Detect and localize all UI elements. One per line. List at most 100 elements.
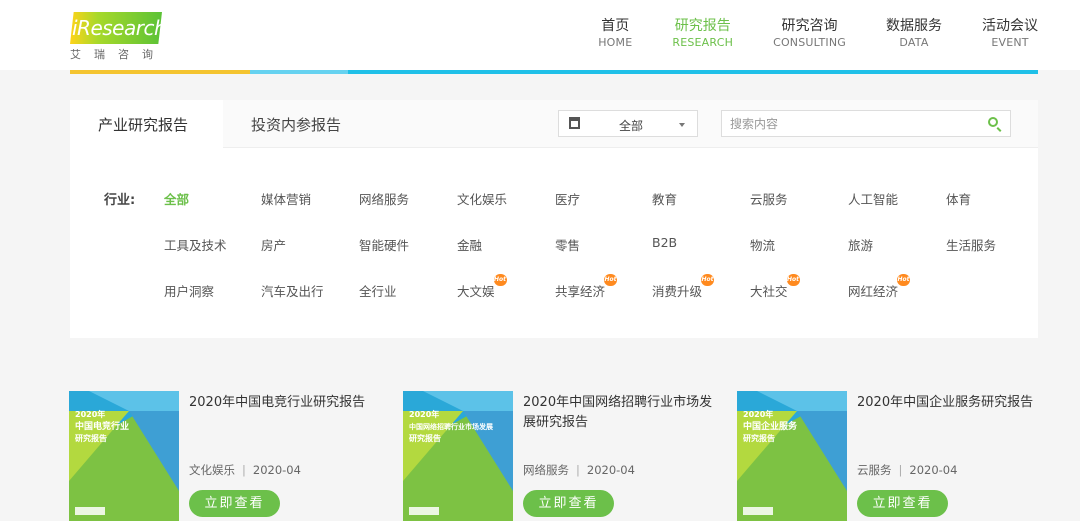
report-date: 2020-04 <box>252 463 301 477</box>
nav-consulting-en: CONSULTING <box>773 36 846 49</box>
industry-item[interactable]: 工具及技术 <box>164 235 227 254</box>
report-title[interactable]: 2020年中国企业服务研究报告 <box>857 393 1057 413</box>
cover-year: 2020年 <box>409 410 440 419</box>
cover-title: 中国网络招聘行业市场发展 <box>409 423 493 431</box>
industry-item[interactable]: 物流 <box>750 235 775 254</box>
nav-event-cn: 活动会议 <box>982 18 1038 34</box>
cover-subtitle: 研究报告 <box>743 434 775 443</box>
industry-item[interactable]: 教育 <box>652 189 677 208</box>
meta-separator: | <box>242 463 246 477</box>
industry-item[interactable]: B2B <box>652 235 677 250</box>
cover-text: 2020年 中国电竞行业 研究报告 <box>75 409 129 445</box>
report-date: 2020-04 <box>909 463 958 477</box>
industry-item[interactable]: 媒体营销 <box>261 189 311 208</box>
report-category: 云服务 <box>857 463 892 477</box>
report-meta: 网络服务 | 2020-04 <box>523 462 635 478</box>
industry-item-label: 网红经济 <box>848 284 899 299</box>
industry-item[interactable]: 体育 <box>946 189 971 208</box>
hot-badge: Hot <box>493 274 507 286</box>
industry-item-label: 共享经济 <box>555 284 606 299</box>
industry-item[interactable]: 文化娱乐 <box>457 189 507 208</box>
nav-research-cn: 研究报告 <box>674 18 731 34</box>
nav-data-en: DATA <box>899 36 929 49</box>
industry-label: 行业: <box>104 193 136 208</box>
cover-title: 中国电竞行业 <box>75 422 130 432</box>
nav-consulting[interactable]: 研究咨询 CONSULTING <box>773 17 846 51</box>
report-title[interactable]: 2020年中国网络招聘行业市场发展研究报告 <box>523 393 723 433</box>
nav-event[interactable]: 活动会议 EVENT <box>982 17 1038 51</box>
report-meta: 文化娱乐 | 2020-04 <box>189 462 301 478</box>
industry-item[interactable]: 汽车及出行 <box>261 281 324 300</box>
search-input[interactable] <box>722 111 962 136</box>
report-cover[interactable]: 2020年 中国电竞行业 研究报告 <box>69 391 179 521</box>
industry-item[interactable]: 云服务 <box>750 189 788 208</box>
industry-item[interactable]: 房产 <box>261 235 286 254</box>
hot-badge: Hot <box>897 274 911 286</box>
tab-investment-reports[interactable]: 投资内参报告 <box>223 100 369 149</box>
industry-item[interactable]: 智能硬件 <box>359 235 409 254</box>
report-card: 2020年 中国电竞行业 研究报告 2020年中国电竞行业研究报告 文化娱乐 | 2… <box>69 387 389 521</box>
cover-logo <box>743 507 773 515</box>
cover-logo <box>409 507 439 515</box>
logo-cn-text: 艾瑞咨询 <box>70 48 166 61</box>
industry-item-hot[interactable]: 大社交 Hot <box>750 274 800 300</box>
site-header: iResearch 艾瑞咨询 首页 HOME 研究报告 RESEARCH 研究咨… <box>0 0 1080 70</box>
report-card: 2020年 中国网络招聘行业市场发展 研究报告 2020年中国网络招聘行业市场发… <box>403 387 723 521</box>
nav-research[interactable]: 研究报告 RESEARCH <box>672 17 733 51</box>
industry-item-hot[interactable]: 消费升级 Hot <box>652 274 715 300</box>
nav-data[interactable]: 数据服务 DATA <box>886 17 942 51</box>
industry-item[interactable]: 网络服务 <box>359 189 409 208</box>
report-category: 文化娱乐 <box>189 463 235 477</box>
industry-item[interactable]: 医疗 <box>555 189 580 208</box>
industry-item-hot[interactable]: 网红经济 Hot <box>848 274 911 300</box>
cover-title: 中国企业服务 <box>743 422 798 432</box>
industry-item-hot[interactable]: 大文娱 Hot <box>457 274 507 300</box>
nav-home-cn: 首页 <box>601 18 630 34</box>
year-select[interactable]: 全部 <box>558 110 698 137</box>
report-cover[interactable]: 2020年 中国网络招聘行业市场发展 研究报告 <box>403 391 513 521</box>
industry-item[interactable]: 生活服务 <box>946 235 996 254</box>
industry-item-label: 大文娱 <box>457 284 495 299</box>
iresearch-logo[interactable]: iResearch 艾瑞咨询 <box>70 12 180 62</box>
report-category: 网络服务 <box>523 463 569 477</box>
view-report-button[interactable]: 立即查看 <box>523 490 614 517</box>
report-cover[interactable]: 2020年 中国企业服务 研究报告 <box>737 391 847 521</box>
nav-event-en: EVENT <box>991 36 1029 49</box>
main-nav: 首页 HOME 研究报告 RESEARCH 研究咨询 CONSULTING 数据… <box>558 17 1038 51</box>
report-tabs: 产业研究报告 投资内参报告 全部 <box>70 100 1038 149</box>
industry-item[interactable]: 人工智能 <box>848 189 898 208</box>
industry-item-hot[interactable]: 共享经济 Hot <box>555 274 618 300</box>
industry-item[interactable]: 零售 <box>555 235 580 254</box>
report-card: 2020年 中国企业服务 研究报告 2020年中国企业服务研究报告 云服务 | 20… <box>737 387 1057 521</box>
industry-item[interactable]: 金融 <box>457 235 482 254</box>
industry-item[interactable]: 全部 <box>164 189 189 208</box>
logo-text: iResearch <box>72 16 167 40</box>
industry-item-label: 消费升级 <box>652 284 703 299</box>
hot-badge: Hot <box>604 274 618 286</box>
chevron-down-icon <box>679 123 685 127</box>
nav-data-cn: 数据服务 <box>886 18 942 34</box>
search-icon[interactable] <box>988 117 998 127</box>
view-report-button[interactable]: 立即查看 <box>857 490 948 517</box>
meta-separator: | <box>576 463 580 477</box>
meta-separator: | <box>898 463 903 477</box>
cover-year: 2020年 <box>75 410 106 419</box>
nav-research-en: RESEARCH <box>672 36 734 49</box>
view-report-button[interactable]: 立即查看 <box>189 490 280 517</box>
search-box <box>721 110 1011 137</box>
industry-item[interactable]: 旅游 <box>848 235 873 254</box>
tab-industry-reports[interactable]: 产业研究报告 <box>70 100 223 149</box>
calendar-icon <box>569 117 580 129</box>
accent-bar-blue <box>250 70 1038 74</box>
accent-bar-yellow <box>70 70 250 74</box>
nav-consulting-cn: 研究咨询 <box>781 18 838 34</box>
report-title[interactable]: 2020年中国电竞行业研究报告 <box>189 393 389 413</box>
nav-home[interactable]: 首页 HOME <box>598 17 632 51</box>
year-select-value: 全部 <box>619 119 644 133</box>
report-meta: 云服务 | 2020-04 <box>857 462 957 478</box>
filter-panel: 产业研究报告 投资内参报告 全部 行业: 全部 媒体营销 网络服务 文化娱乐 医… <box>70 100 1038 338</box>
nav-home-en: HOME <box>598 36 633 49</box>
industry-item[interactable]: 用户洞察 <box>164 281 214 300</box>
hot-badge: Hot <box>701 274 715 286</box>
industry-item[interactable]: 全行业 <box>359 281 397 300</box>
